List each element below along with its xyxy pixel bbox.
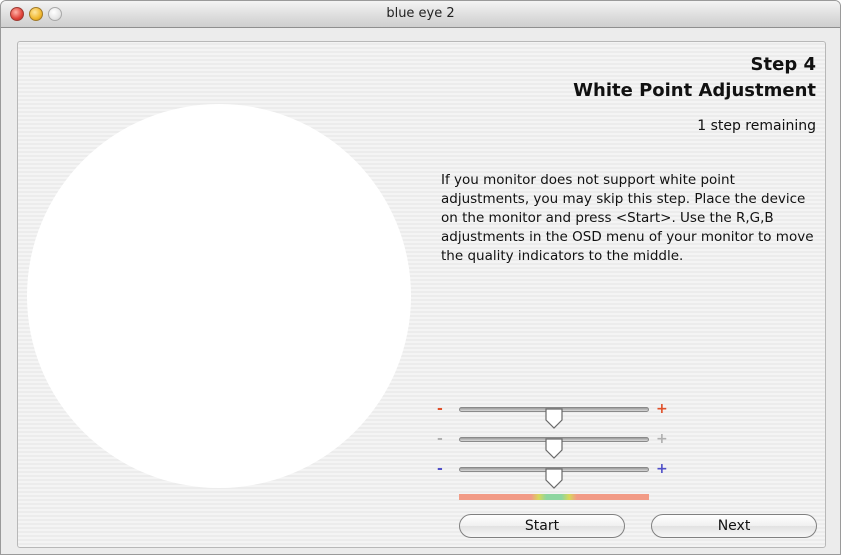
step-subtitle: White Point Adjustment [573,80,816,101]
green-minus-label: - [437,431,443,447]
red-indicator: - + [437,399,677,429]
quality-indicator-bar [459,494,649,500]
red-plus-label: + [656,401,668,417]
green-indicator-track [459,437,649,459]
measurement-area [27,104,411,488]
blue-indicator-thumb [545,468,563,489]
instructions-text: If you monitor does not support white po… [441,172,814,264]
blue-indicator-track [459,467,649,489]
green-plus-label: + [656,431,668,447]
blue-indicator: - + [437,459,677,489]
start-button[interactable]: Start [459,514,625,538]
red-indicator-track [459,407,649,429]
window-title: blue eye 2 [386,6,455,21]
next-button[interactable]: Next [651,514,817,538]
steps-remaining: 1 step remaining [697,118,816,134]
step-title: Step 4 [750,54,816,75]
blue-plus-label: + [656,461,668,477]
blue-minus-label: - [437,461,443,477]
app-window: blue eye 2 Step 4 White Point Adjustment… [0,0,841,555]
red-indicator-thumb [545,408,563,429]
green-indicator: - + [437,429,677,459]
title-bar: blue eye 2 [1,1,840,28]
red-minus-label: - [437,401,443,417]
green-indicator-thumb [545,438,563,459]
